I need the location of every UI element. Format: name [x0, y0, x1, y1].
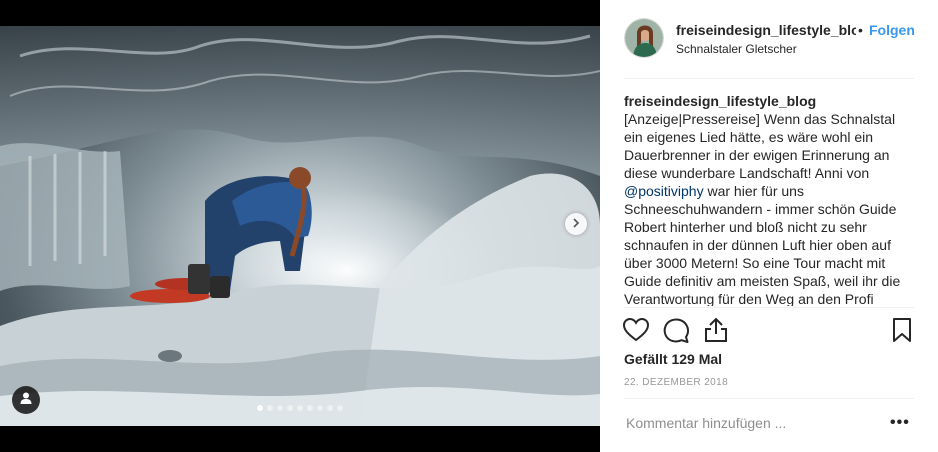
divider: [624, 398, 914, 399]
location-link[interactable]: Schnalstaler Gletscher: [676, 42, 797, 56]
share-button[interactable]: [702, 316, 730, 344]
share-icon: [702, 317, 730, 348]
heart-icon: [622, 317, 650, 348]
user-icon: [19, 391, 33, 410]
chevron-right-icon: [571, 215, 581, 233]
caption-text-continued: war hier für uns Schneeschuhwandern - im…: [624, 183, 901, 306]
likes-count[interactable]: Gefällt 129 Mal: [624, 351, 722, 367]
separator-bullet: •: [858, 22, 863, 38]
post-photo[interactable]: [0, 26, 600, 426]
carousel-indicator: [257, 405, 343, 411]
more-options-button[interactable]: •••: [890, 414, 910, 432]
save-button[interactable]: [888, 316, 916, 344]
follow-button[interactable]: Folgen: [869, 22, 914, 38]
post-media: [0, 0, 600, 452]
caption-text: [Anzeige|Pressereise] Wenn das Schnalsta…: [624, 111, 896, 181]
carousel-dot: [287, 405, 293, 411]
carousel-dot: [257, 405, 263, 411]
divider: [624, 78, 914, 79]
avatar-image: [625, 19, 663, 57]
bookmark-icon: [888, 318, 916, 348]
tagged-users-button[interactable]: [12, 386, 40, 414]
divider: [624, 307, 914, 308]
carousel-dot: [317, 405, 323, 411]
carousel-dot: [297, 405, 303, 411]
comment-button[interactable]: [662, 316, 690, 344]
like-button[interactable]: [622, 316, 650, 344]
carousel-dot: [267, 405, 273, 411]
post-caption: freiseindesign_lifestyle_blog [Anzeige|P…: [624, 92, 912, 306]
post-header: freiseindesign_lifestyle_blog • Folgen S…: [624, 18, 914, 60]
caption-username[interactable]: freiseindesign_lifestyle_blog: [624, 93, 816, 109]
carousel-dot: [327, 405, 333, 411]
avatar[interactable]: [624, 18, 664, 58]
ice-cave-image: [0, 26, 600, 426]
comment-input[interactable]: [624, 414, 878, 432]
next-photo-button[interactable]: [565, 213, 587, 235]
username-link[interactable]: freiseindesign_lifestyle_blog: [676, 22, 856, 38]
post-side-panel: freiseindesign_lifestyle_blog • Folgen S…: [600, 0, 938, 452]
caption-mention-link[interactable]: @positiviphy: [624, 183, 704, 199]
post-actions: [622, 316, 916, 346]
comment-bubble-icon: [662, 318, 690, 348]
post-date[interactable]: 22. DEZEMBER 2018: [624, 377, 728, 388]
carousel-dot: [277, 405, 283, 411]
carousel-dot: [337, 405, 343, 411]
carousel-dot: [307, 405, 313, 411]
